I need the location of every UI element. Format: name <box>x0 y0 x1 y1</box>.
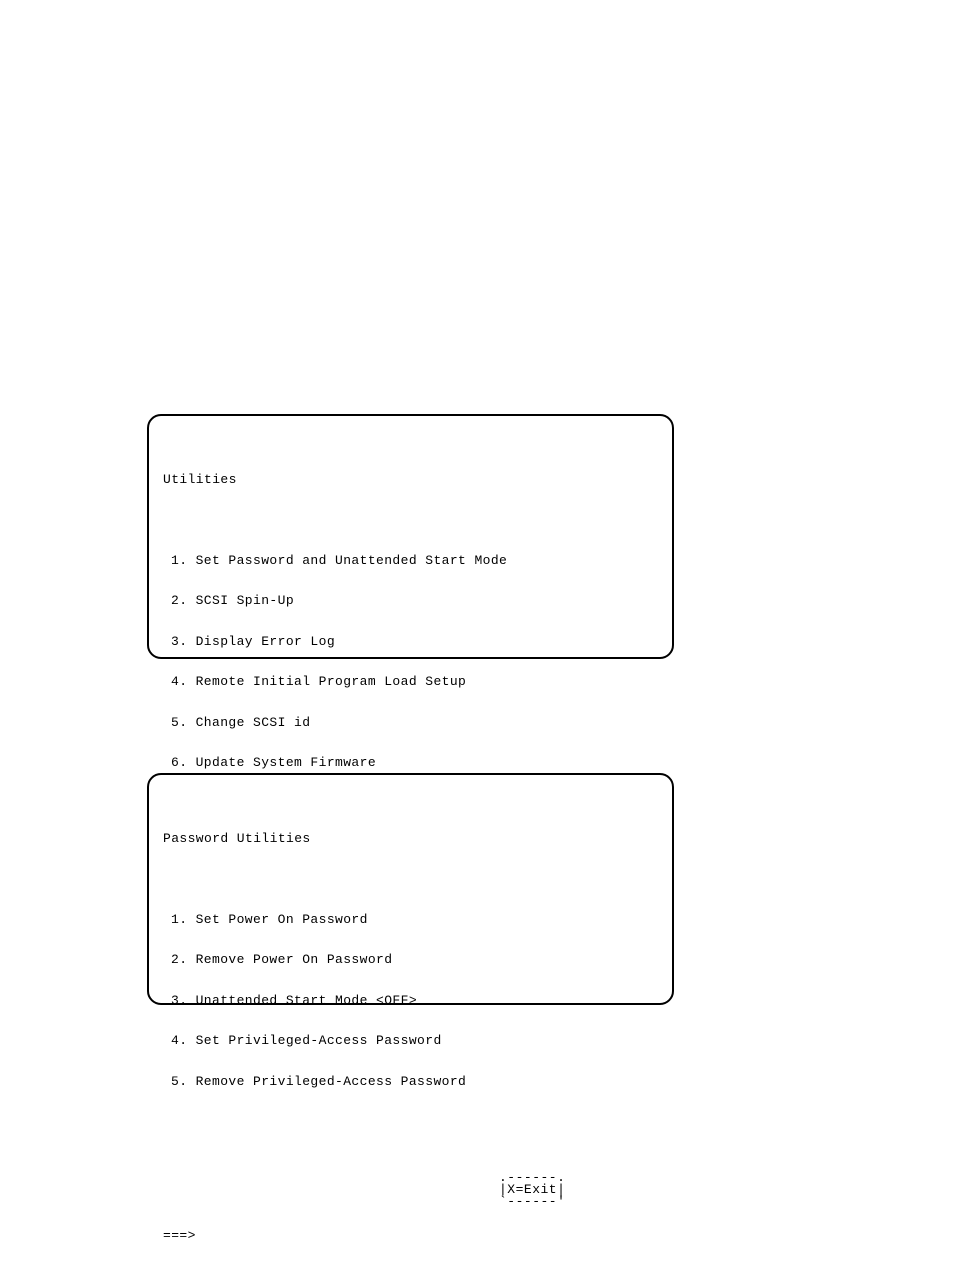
menu-item-remove-privileged-password[interactable]: 5. Remove Privileged-Access Password <box>163 1075 658 1089</box>
menu-item-set-password[interactable]: 1. Set Password and Unattended Start Mod… <box>163 554 658 568</box>
menu-item-scsi-spinup[interactable]: 2. SCSI Spin-Up <box>163 594 658 608</box>
menu-item-change-scsi-id[interactable]: 5. Change SCSI id <box>163 716 658 730</box>
exit-button[interactable]: .------. |X=Exit| `------' <box>499 1172 565 1208</box>
exit-row: .------. |X=Exit| `------' <box>163 1142 658 1198</box>
page: Utilities 1. Set Password and Unattended… <box>0 0 954 1235</box>
menu-item-set-poweron-password[interactable]: 1. Set Power On Password <box>163 913 658 927</box>
menu-item-remove-poweron-password[interactable]: 2. Remove Power On Password <box>163 953 658 967</box>
password-utilities-panel-inner: Password Utilities 1. Set Power On Passw… <box>149 775 672 1286</box>
menu-item-remote-ipl-setup[interactable]: 4. Remote Initial Program Load Setup <box>163 675 658 689</box>
password-utilities-panel: Password Utilities 1. Set Power On Passw… <box>147 773 674 1005</box>
menu-list: 1. Set Power On Password 2. Remove Power… <box>163 886 658 1116</box>
panel-title: Utilities <box>163 473 658 487</box>
utilities-panel: Utilities 1. Set Password and Unattended… <box>147 414 674 659</box>
menu-item-update-system-firmware[interactable]: 6. Update System Firmware <box>163 756 658 770</box>
menu-item-set-privileged-password[interactable]: 4. Set Privileged-Access Password <box>163 1034 658 1048</box>
panel-title: Password Utilities <box>163 832 658 846</box>
command-prompt[interactable]: ===> <box>163 1229 658 1243</box>
menu-item-unattended-start-mode[interactable]: 3. Unattended Start Mode <OFF> <box>163 994 658 1008</box>
menu-item-display-error-log[interactable]: 3. Display Error Log <box>163 635 658 649</box>
